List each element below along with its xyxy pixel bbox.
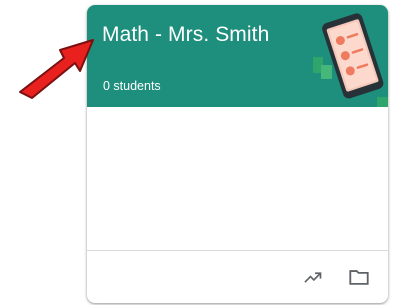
class-card-body [87,107,388,250]
trending-up-icon[interactable] [301,265,325,289]
class-title[interactable]: Math - Mrs. Smith [102,23,269,47]
class-card[interactable]: Math - Mrs. Smith 0 students [87,5,388,303]
phone-illustration-icon [313,13,388,107]
class-card-header[interactable]: Math - Mrs. Smith 0 students [87,5,388,107]
class-student-count: 0 students [103,79,161,93]
card-divider [87,250,388,251]
folder-icon[interactable] [347,265,371,289]
